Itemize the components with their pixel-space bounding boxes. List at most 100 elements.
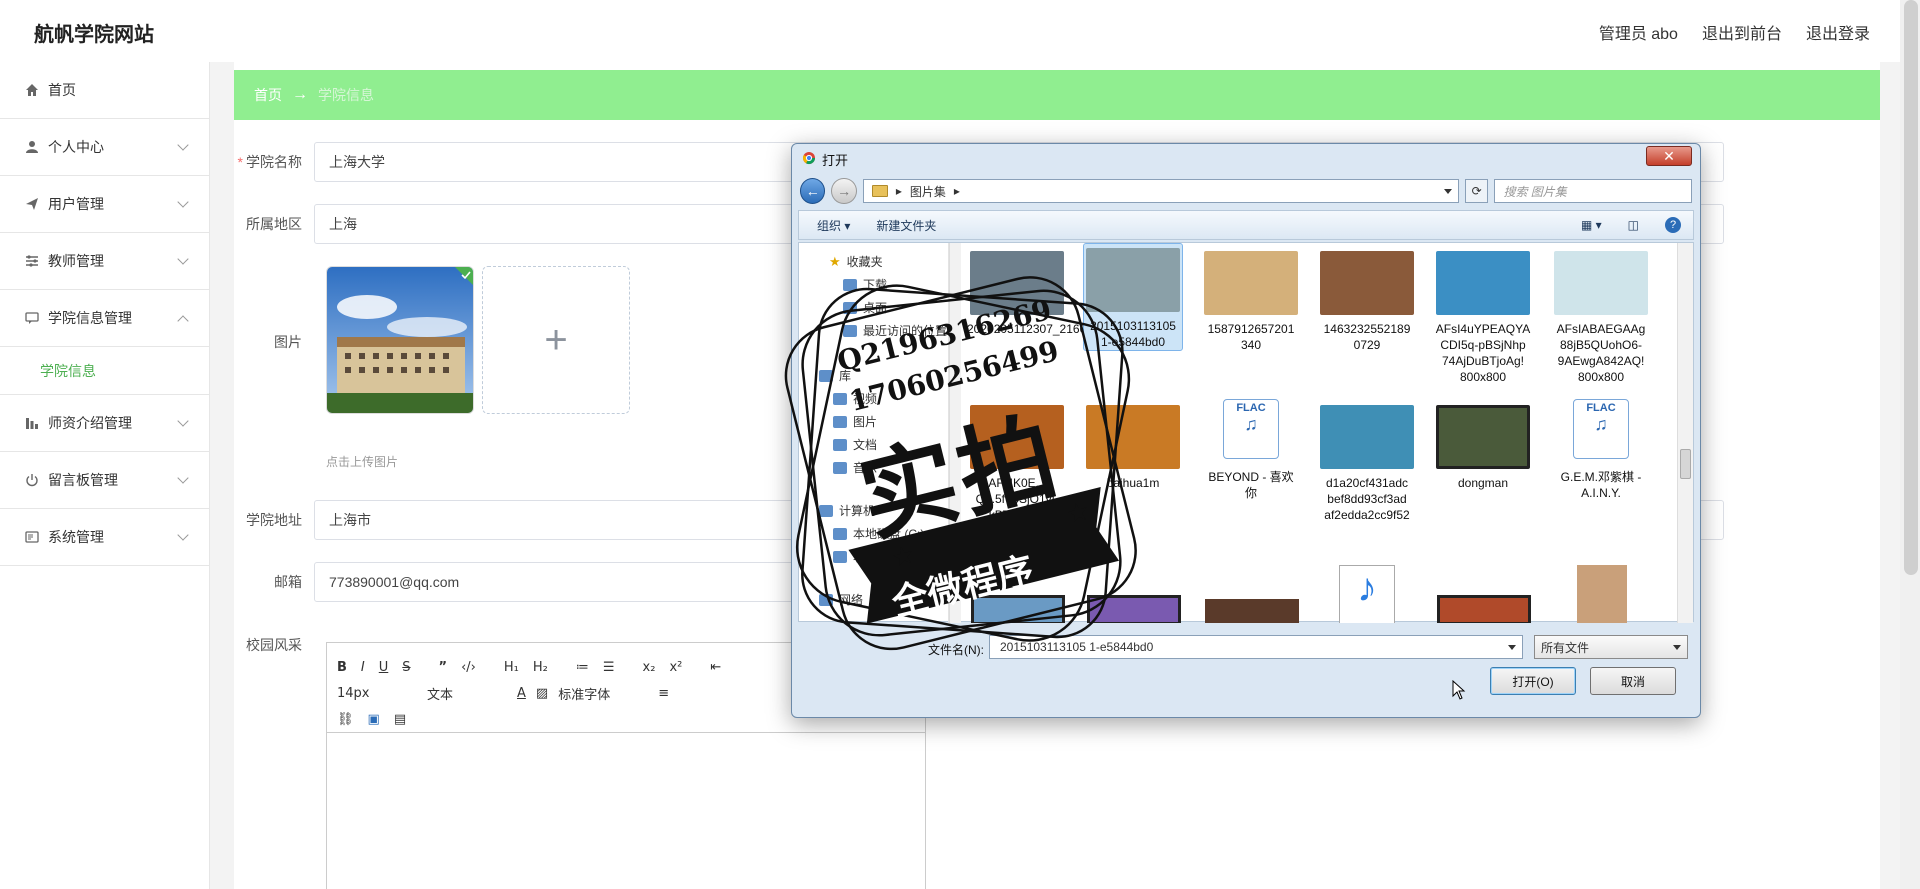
logout-link[interactable]: 退出登录 [1806,20,1870,44]
chevron-down-icon [177,253,189,265]
file-item[interactable]: AFsIK0E... Q...5fvBSjO1vL kBTDIAT... [967,401,1067,523]
file-item[interactable]: 1463232552189 0729 [1317,247,1417,353]
chevron-down-icon[interactable] [1508,645,1516,650]
front-link[interactable]: 退出到前台 [1702,20,1782,44]
chevron-down-icon [1673,645,1681,650]
tree-item[interactable]: 视频 [833,390,877,407]
file-item[interactable]: AFsI4uYPEAQYA CDI5q-pBSjNhp 74AjDuBTjoAg… [1433,247,1533,385]
file-thumbnail [1087,595,1181,623]
bullet-list-icon[interactable]: ☰ [603,660,615,675]
chevron-down-icon [177,415,189,427]
file-item[interactable]: AFsIABAEGAAg 88jB5QUohO6- 9AEwgA842AQ! 8… [1551,247,1651,385]
field-label: * 学院名称 [237,154,302,170]
sidebar-item-messages[interactable]: 留言板管理 [0,452,209,509]
help-icon[interactable]: ? [1665,217,1681,233]
code-icon[interactable]: ‹/› [461,660,476,675]
page-scrollbar[interactable] [1900,0,1920,889]
align-icon[interactable]: ≡ [658,686,669,701]
sidebar-item-teachers[interactable]: 教师管理 [0,233,209,290]
strikethrough-icon[interactable]: S [402,660,410,675]
tree-item[interactable]: 计算机 [819,502,875,519]
sidebar-item-label: 师资介绍管理 [48,415,132,431]
filename-input[interactable]: 2015103113105 1-e5844bd0 [989,635,1523,659]
tree-item[interactable]: 软件 (D:) [833,548,900,565]
close-icon[interactable]: ✕ [1646,146,1692,166]
chevron-right-icon: ▸ [895,184,902,198]
link-icon[interactable]: ⛓ [337,712,354,727]
chevron-right-icon: ▸ [953,184,960,198]
organize-button[interactable]: 组织 ▾ [817,217,850,234]
heading2-icon[interactable]: H₂ [533,660,548,675]
filetype-select[interactable]: 所有文件 [1534,635,1688,659]
sidebar-subitem-college-info[interactable]: 学院信息 [0,347,209,395]
tree-item[interactable]: 网络 [819,591,863,608]
block-format-select[interactable]: 文本 [427,684,507,703]
view-icon[interactable]: ▦ ▾ [1581,218,1602,232]
quote-icon[interactable]: ” [439,660,448,675]
font-color-icon[interactable]: A [517,686,526,701]
sidebar-item-users[interactable]: 用户管理 [0,176,209,233]
file-item-selected[interactable]: 2015103113105 1-e5844bd0 [1083,243,1183,351]
bold-icon[interactable]: B [337,660,347,675]
sidebar-item-label: 学院信息管理 [48,310,132,326]
file-item[interactable]: baihua1m [1083,401,1183,491]
italic-icon[interactable]: I [361,660,365,675]
video-icon[interactable]: ▤ [394,712,406,727]
tree-item[interactable]: 桌面 [843,299,887,316]
desktop-icon [843,301,857,314]
breadcrumb-home[interactable]: 首页 [254,85,282,105]
file-item[interactable]: d1a20cf431adc bef8dd93cf3ad af2edda2cc9f… [1317,401,1417,523]
dialog-search-input[interactable]: 搜索 图片集 [1494,179,1692,203]
file-thumbnail [1436,251,1530,315]
new-folder-button[interactable]: 新建文件夹 [876,217,936,234]
refresh-icon[interactable]: ⟳ [1464,179,1489,203]
upload-add-button[interactable]: + [482,266,630,414]
font-size-select[interactable]: 14px [337,686,417,701]
open-button[interactable]: 打开(O) [1490,667,1576,695]
file-item[interactable]: dongman [1433,401,1533,491]
files-scrollbar[interactable] [1677,243,1693,623]
tree-scrollbar[interactable] [949,243,961,623]
breadcrumb: 首页 → 学院信息 [234,70,1880,120]
ordered-list-icon[interactable]: ≔ [576,660,589,675]
tree-item[interactable]: 音乐 [833,459,877,476]
superscript-icon[interactable]: x² [669,660,682,675]
background-color-icon[interactable]: ▨ [536,686,548,701]
chevron-down-icon [177,196,189,208]
underline-icon[interactable]: U [379,660,389,675]
address-bar[interactable]: ▸ 图片集 ▸ [862,179,1459,203]
tree-item[interactable]: ★ 收藏夹 [829,253,883,270]
files-scrollbar-thumb[interactable] [1680,449,1691,479]
file-item[interactable]: 2020205112307_21604 [967,247,1093,337]
sidebar-item-college-info-mgmt[interactable]: 学院信息管理 [0,290,209,347]
sidebar-item-profile[interactable]: 个人中心 [0,119,209,176]
back-arrow-icon[interactable]: ← [800,178,826,204]
tree-item[interactable]: 图片 [833,413,877,430]
field-label: 所属地区 [246,216,302,232]
sidebar-item-label: 教师管理 [48,253,104,269]
file-item[interactable]: FLAC ♫ G.E.M.邓紫棋 - A.I.N.Y. [1551,391,1651,501]
sidebar-item-home[interactable]: 首页 [0,62,209,119]
tree-item[interactable]: 文档 [833,436,877,453]
file-item[interactable]: 1587912657201 340 [1201,247,1301,353]
tree-item[interactable]: 最近访问的位置 [843,322,947,339]
drive-icon [833,527,847,540]
subscript-icon[interactable]: x₂ [643,660,656,675]
tree-item[interactable]: 库 [819,367,851,384]
heading1-icon[interactable]: H₁ [504,660,519,675]
sidebar-item-system[interactable]: 系统管理 [0,509,209,566]
cancel-button[interactable]: 取消 [1590,667,1676,695]
sidebar-item-faculty[interactable]: 师资介绍管理 [0,395,209,452]
uploaded-image[interactable] [326,266,474,414]
font-family-select[interactable]: 标准字体 [558,684,648,703]
outdent-icon[interactable]: ⇤ [710,660,721,675]
preview-pane-icon[interactable]: ◫ [1628,218,1639,232]
chevron-down-icon[interactable] [1443,189,1452,194]
file-item[interactable]: FLAC ♫ BEYOND - 喜欢 你 [1201,391,1301,501]
page-scrollbar-thumb[interactable] [1904,0,1918,575]
tree-item[interactable]: 下载 [843,276,887,293]
forward-arrow-icon[interactable]: → [831,178,857,204]
tree-item[interactable]: 本地磁盘 (C:) [833,525,924,542]
image-icon[interactable]: ▣ [368,712,380,727]
file-thumbnail [1205,599,1299,623]
